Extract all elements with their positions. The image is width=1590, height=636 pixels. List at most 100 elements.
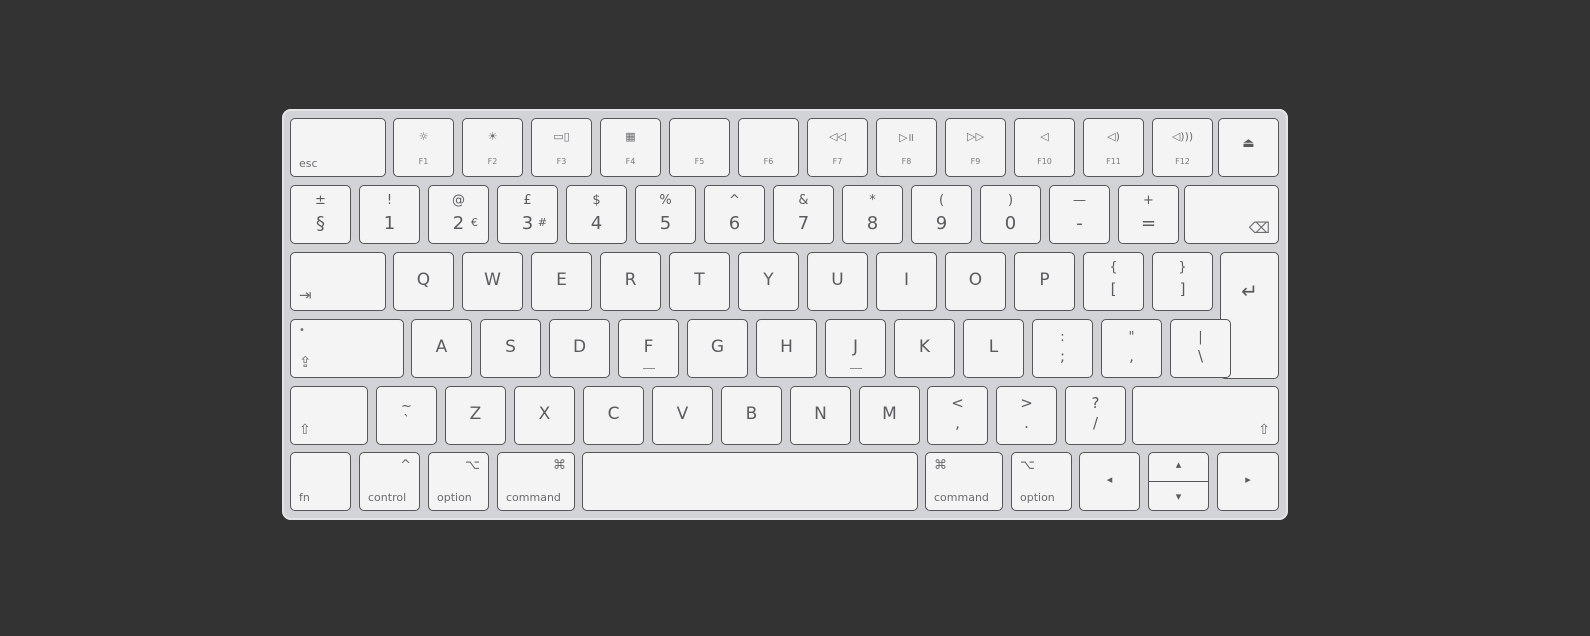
brightness-up-icon: ☀ [487,130,498,143]
key-shift-legend: } [1178,260,1187,275]
key-f[interactable]: F [618,319,679,378]
key-4[interactable]: $4 [566,185,627,244]
key-punct-b0[interactable]: <, [927,386,988,445]
key-right-shift[interactable]: ⇧ [1132,386,1279,445]
key-0[interactable]: ) 0 [980,185,1041,244]
caps-indicator-icon: • [299,325,305,336]
key-l[interactable]: L [963,319,1024,378]
key-control[interactable]: ^ control [359,452,420,511]
key-legend: D [572,337,587,357]
key-h[interactable]: H [756,319,817,378]
rewind-icon: ◁◁ [829,130,846,143]
key-s[interactable]: S [480,319,541,378]
key-f10[interactable]: ◁ F10 [1014,118,1075,177]
key-t[interactable]: T [669,252,730,311]
key-eject[interactable]: ⏏ [1218,118,1279,177]
key-f7[interactable]: ◁◁ F7 [807,118,868,177]
key-f12[interactable]: ◁))) F12 [1152,118,1213,177]
key-left-shift[interactable]: ⇧ [290,386,368,445]
key-grave[interactable]: ~ ` [376,386,437,445]
key-punct-0[interactable]: :; [1032,319,1093,378]
key-bracket-0[interactable]: {[ [1083,252,1144,311]
key-punct-1[interactable]: ", [1101,319,1162,378]
arrow-up-icon: ▴ [1175,458,1182,471]
key-n[interactable]: N [790,386,851,445]
key-arrow-down[interactable]: ▾ [1148,481,1209,511]
key-w[interactable]: W [462,252,523,311]
key-f6[interactable]: F6 [738,118,799,177]
key-1[interactable]: ! 1 [359,185,420,244]
key-p[interactable]: P [1014,252,1075,311]
mute-icon: ◁ [1040,130,1049,143]
key-shift-legend: & [798,193,809,208]
key-arrow-left[interactable]: ◂ [1079,452,1140,511]
key-d[interactable]: D [549,319,610,378]
key-b[interactable]: B [721,386,782,445]
key-legend: X [538,404,551,424]
key-=[interactable]: + = [1118,185,1179,244]
key-left-option[interactable]: ⌥ option [428,452,489,511]
key-e[interactable]: E [531,252,592,311]
key-tab[interactable]: ⇥ [290,252,386,311]
key-shift-legend: — [1073,193,1086,208]
key-i[interactable]: I [876,252,937,311]
key-fn[interactable]: fn [290,452,351,511]
key-f11[interactable]: ◁) F11 [1083,118,1144,177]
key-§[interactable]: ± § [290,185,351,244]
fn-label: F9 [970,157,981,166]
key-left-command[interactable]: ⌘ command [497,452,575,511]
key-esc[interactable]: esc [290,118,386,177]
key-arrow-up[interactable]: ▴ [1148,452,1209,482]
key-f5[interactable]: F5 [669,118,730,177]
key-u[interactable]: U [807,252,868,311]
key-f8[interactable]: ▷॥ F8 [876,118,937,177]
key-legend: Z [469,404,482,424]
key--[interactable]: — - [1049,185,1110,244]
key-right-option[interactable]: ⌥ option [1011,452,1072,511]
key-g[interactable]: G [687,319,748,378]
fn-label: F5 [694,157,705,166]
key-punct-b2[interactable]: ? / [1065,386,1126,445]
shift-icon: ⇧ [299,422,311,438]
key-m[interactable]: M [859,386,920,445]
key-r[interactable]: R [600,252,661,311]
key-y[interactable]: Y [738,252,799,311]
key-v[interactable]: V [652,386,713,445]
fn-label: F7 [832,157,843,166]
key-f9[interactable]: ▷▷ F9 [945,118,1006,177]
key-q[interactable]: Q [393,252,454,311]
key-shift-legend: { [1109,260,1118,275]
key-caps-lock[interactable]: • ⇪ [290,319,404,378]
key-right-command[interactable]: ⌘ command [925,452,1003,511]
key-j[interactable]: J [825,319,886,378]
key-k[interactable]: K [894,319,955,378]
launchpad-icon: ▦ [625,130,636,143]
key-8[interactable]: * 8 [842,185,903,244]
return-icon: ↵ [1241,279,1258,303]
key-7[interactable]: & 7 [773,185,834,244]
key-punct-b1[interactable]: >. [996,386,1057,445]
key-6[interactable]: ^ 6 [704,185,765,244]
key-x[interactable]: X [514,386,575,445]
volume-down-icon: ◁) [1107,130,1120,143]
eject-icon: ⏏ [1242,136,1255,151]
key-9[interactable]: (9 [911,185,972,244]
key-5[interactable]: % 5 [635,185,696,244]
key-f3[interactable]: ▭▯ F3 [531,118,592,177]
key-legend: J [852,337,858,357]
key-2[interactable]: @2 € [428,185,489,244]
key-space[interactable] [582,452,918,511]
key-c[interactable]: C [583,386,644,445]
key-o[interactable]: O [945,252,1006,311]
key-bracket-1[interactable]: }] [1152,252,1213,311]
key-f2[interactable]: ☀ F2 [462,118,523,177]
command-label: command [934,491,989,504]
key-f1[interactable]: ☼ F1 [393,118,454,177]
key-z[interactable]: Z [445,386,506,445]
key-punct-2[interactable]: | \ [1170,319,1231,378]
key-arrow-right[interactable]: ▸ [1217,452,1279,511]
key-3[interactable]: £3 # [497,185,558,244]
key-a[interactable]: A [411,319,472,378]
key-f4[interactable]: ▦ F4 [600,118,661,177]
key-delete[interactable]: ⌫ [1184,185,1279,244]
